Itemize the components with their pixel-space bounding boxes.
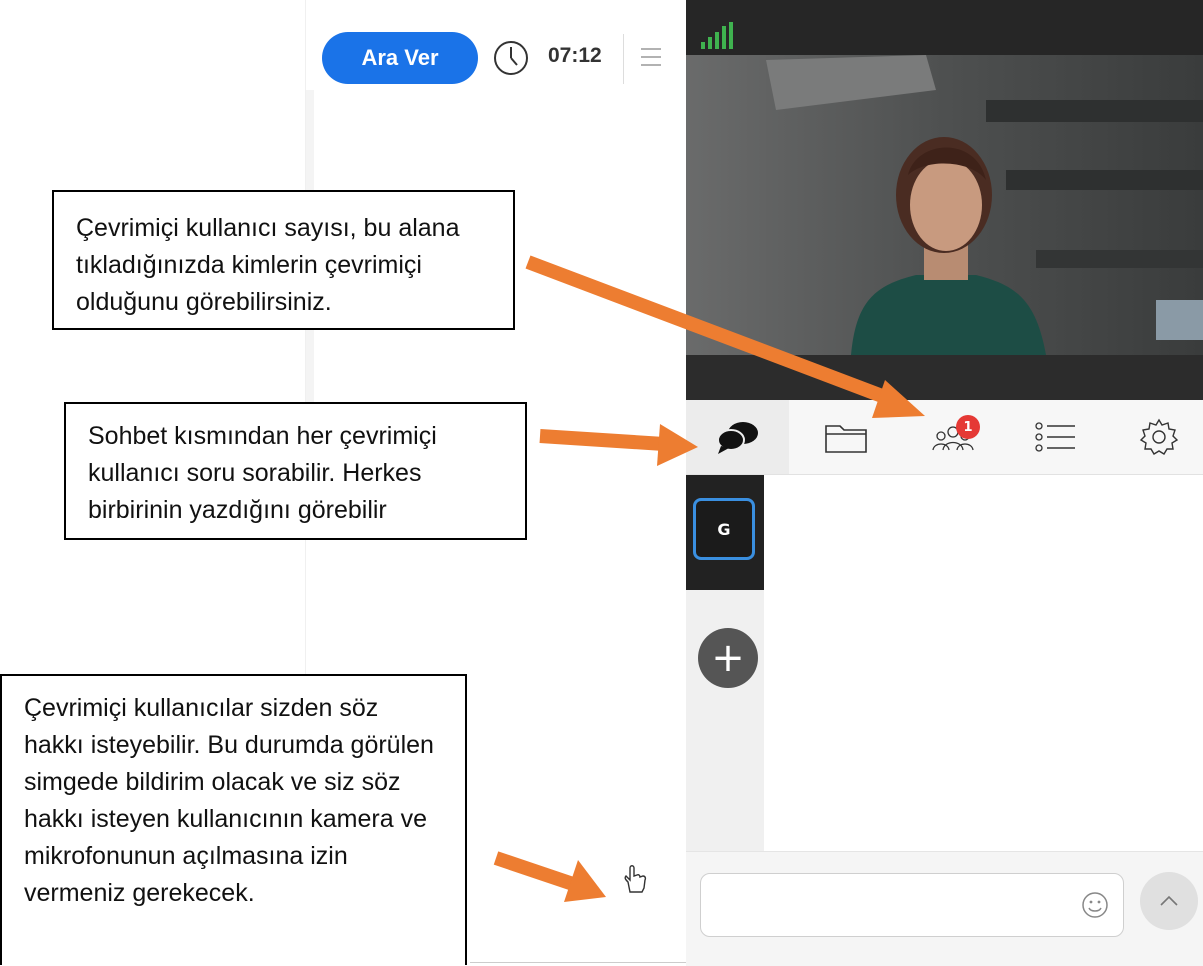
clock-icon <box>494 41 528 75</box>
room-item[interactable]: G <box>693 498 755 560</box>
break-button[interactable]: Ara Ver <box>322 32 478 84</box>
tab-users[interactable] <box>908 400 998 474</box>
tab-settings[interactable] <box>1114 400 1203 474</box>
chat-messages <box>765 475 1203 851</box>
session-timer: 07:12 <box>548 44 602 67</box>
add-room-button[interactable]: + <box>698 628 758 688</box>
webcam-video <box>686 0 1203 400</box>
chat-input[interactable] <box>700 873 1124 937</box>
chat-annotation: Sohbet kısmından her çevrimiçi kullanıcı… <box>64 402 527 540</box>
expand-button[interactable] <box>1140 872 1198 930</box>
tab-list[interactable] <box>1010 400 1100 474</box>
chat-icon <box>716 422 758 454</box>
gear-icon <box>1139 418 1178 455</box>
signal-strength-icon <box>701 22 733 49</box>
raise-hand-icon[interactable] <box>618 862 652 896</box>
emoji-icon[interactable] <box>1080 890 1110 920</box>
chevron-up-icon <box>1160 895 1178 906</box>
online-count-badge: 1 <box>956 415 980 439</box>
list-icon <box>1035 422 1075 452</box>
folder-icon <box>825 425 867 453</box>
tab-chat[interactable] <box>686 400 789 474</box>
raise-hand-annotation: Çevrimiçi kullanıcılar sizden söz hakkı … <box>0 674 467 965</box>
bottom-divider <box>470 962 686 963</box>
side-tabs <box>686 400 1203 475</box>
users-annotation: Çevrimiçi kullanıcı sayısı, bu alana tık… <box>52 190 515 330</box>
tab-files[interactable] <box>801 400 891 474</box>
menu-icon[interactable] <box>640 46 662 68</box>
header-divider <box>623 34 624 84</box>
webcam-frame <box>686 0 1203 400</box>
